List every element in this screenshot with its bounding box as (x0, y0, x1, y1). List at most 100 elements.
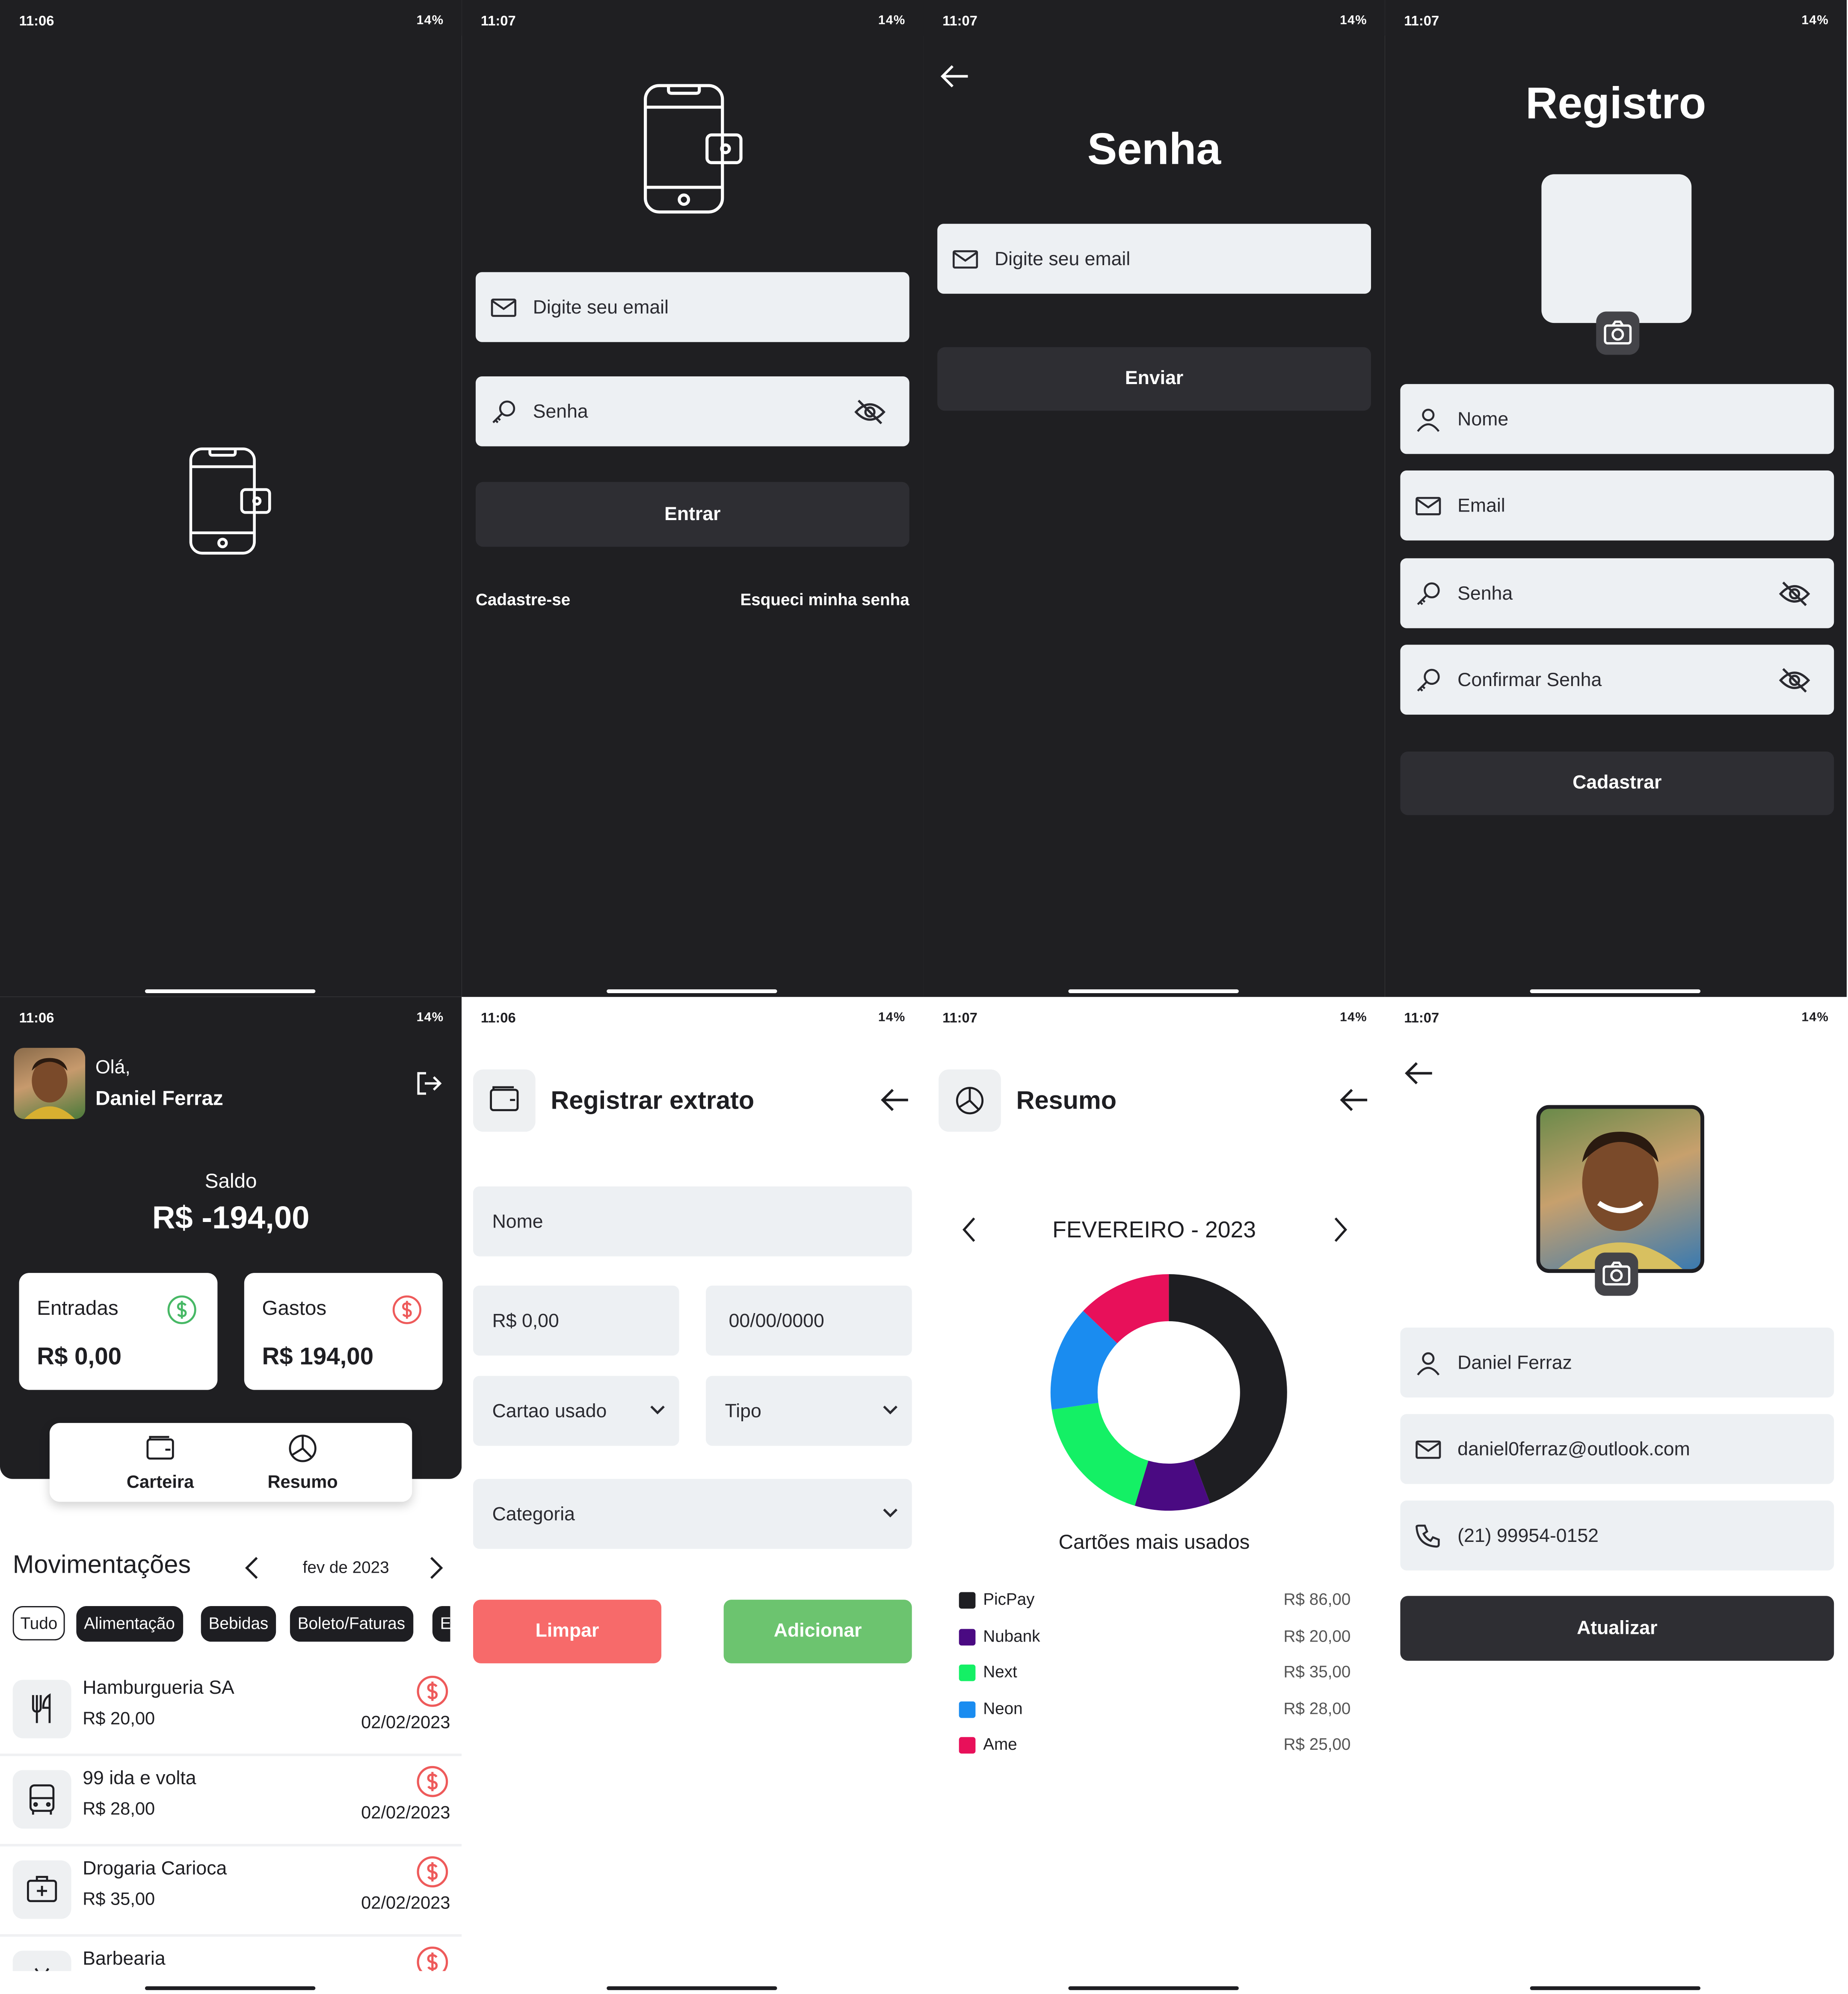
enter-button[interactable]: Entrar (475, 482, 909, 547)
legend-swatch (959, 1592, 976, 1609)
legend-label: Neon (983, 1699, 1023, 1718)
dollar-circle-icon (167, 1295, 196, 1324)
page-title: Resumo (1016, 1087, 1117, 1115)
email-placeholder: Email (1457, 494, 1505, 517)
legend-label: Nubank (983, 1626, 1040, 1646)
fork-knife-icon (12, 1680, 71, 1739)
back-arrow-icon[interactable] (1404, 1061, 1434, 1086)
value-field[interactable]: R$ 0,00 (473, 1285, 679, 1356)
name-field[interactable]: Nome (1400, 384, 1834, 454)
logout-icon[interactable] (415, 1069, 442, 1097)
nav-wallet-label: Carteira (126, 1471, 194, 1492)
nav-wallet[interactable]: Carteira (98, 1431, 222, 1500)
current-month: fev de 2023 (302, 1558, 389, 1577)
prev-month-icon[interactable] (244, 1555, 260, 1580)
update-button[interactable]: Atualizar (1400, 1596, 1834, 1661)
register-button[interactable]: Cadastrar (1400, 751, 1834, 815)
first-aid-icon (12, 1860, 71, 1919)
legend-row-picpay: PicPay R$ 86,00 (959, 1588, 1353, 1613)
clear-button[interactable]: Limpar (473, 1600, 662, 1663)
eye-off-icon[interactable] (853, 397, 886, 425)
home-screen: 11:06 14% Olá, Daniel Ferraz Saldo R$ -1… (0, 997, 462, 1994)
chip-all[interactable]: Tudo (12, 1606, 65, 1641)
legend-label: PicPay (983, 1589, 1035, 1609)
nav-summary[interactable]: Resumo (247, 1431, 359, 1500)
date-field[interactable]: 00/00/0000 (706, 1285, 912, 1356)
back-arrow-icon[interactable] (940, 64, 970, 89)
avatar[interactable] (1536, 1105, 1704, 1273)
status-battery: 14% (416, 14, 444, 28)
profile-screen: 11:07 14% Daniel Ferraz daniel0ferraz@ou… (1385, 997, 1847, 1994)
nav-summary-label: Resumo (267, 1471, 338, 1492)
name-value: Daniel Ferraz (1457, 1352, 1572, 1373)
confirm-password-field[interactable]: Confirmar Senha (1400, 645, 1834, 715)
home-indicator (145, 1986, 316, 1990)
next-month-icon[interactable] (429, 1555, 444, 1580)
key-icon (1417, 668, 1440, 691)
phone-field[interactable]: (21) 99954-0152 (1400, 1500, 1834, 1571)
home-indicator (1068, 1986, 1239, 1990)
camera-icon (1604, 320, 1632, 345)
next-period-icon[interactable] (1333, 1216, 1348, 1243)
income-value: R$ 0,00 (37, 1344, 122, 1371)
transaction-row[interactable]: Hamburgueria SA R$ 20,00 02/02/2023 (0, 1665, 462, 1756)
category-chips: Tudo Alimentação Bebidas Boleto/Faturas … (0, 1606, 450, 1644)
legend-value: R$ 20,00 (1283, 1626, 1351, 1646)
send-button[interactable]: Enviar (937, 347, 1371, 411)
email-value: daniel0ferraz@outlook.com (1457, 1438, 1690, 1460)
email-field[interactable]: daniel0ferraz@outlook.com (1400, 1414, 1834, 1484)
legend-value: R$ 25,00 (1283, 1734, 1351, 1754)
home-indicator (1530, 989, 1701, 993)
summary-screen: 11:07 14% Resumo FEVEREIRO - 2023 Cartõe… (923, 997, 1385, 1994)
card-select[interactable]: Cartao usado (473, 1376, 679, 1446)
password-field[interactable]: Senha (475, 376, 909, 447)
chip-drinks[interactable]: Bebidas (201, 1606, 276, 1642)
chip-food[interactable]: Alimentação (76, 1606, 183, 1642)
eye-off-icon[interactable] (1778, 579, 1811, 607)
page-title: Registro (1525, 79, 1706, 129)
transaction-row[interactable]: Drogaria Carioca R$ 35,00 02/02/2023 (0, 1845, 462, 1937)
password-placeholder: Senha (1457, 582, 1513, 604)
category-select[interactable]: Categoria (473, 1479, 912, 1549)
user-name: Daniel Ferraz (95, 1088, 223, 1110)
user-icon (1417, 408, 1440, 432)
camera-button[interactable] (1596, 311, 1640, 355)
signup-link[interactable]: Cadastre-se (476, 590, 570, 609)
home-indicator (607, 1986, 777, 1990)
name-field[interactable]: Daniel Ferraz (1400, 1327, 1834, 1398)
chevron-down-icon (883, 1405, 897, 1414)
page-title: Senha (1087, 124, 1221, 175)
name-placeholder: Nome (492, 1210, 543, 1232)
avatar[interactable] (14, 1047, 86, 1119)
email-field[interactable]: Digite seu email (937, 224, 1371, 294)
date-placeholder: 00/00/0000 (729, 1310, 824, 1331)
email-placeholder: Digite seu email (533, 296, 669, 318)
chevron-down-icon (883, 1509, 897, 1518)
legend-value: R$ 28,00 (1283, 1699, 1351, 1718)
email-field[interactable]: Email (1400, 470, 1834, 541)
income-card: Entradas R$ 0,00 (19, 1273, 218, 1390)
legend-row-nubank: Nubank R$ 20,00 (959, 1625, 1353, 1651)
profile-photo (24, 1058, 75, 1119)
chip-bills[interactable]: Boleto/Faturas (290, 1606, 413, 1642)
home-indicator (1068, 989, 1239, 993)
password-field[interactable]: Senha (1400, 558, 1834, 628)
name-field[interactable]: Nome (473, 1186, 912, 1257)
add-button[interactable]: Adicionar (723, 1600, 912, 1663)
forgot-password-link[interactable]: Esqueci minha senha (740, 590, 909, 609)
chip-more[interactable]: E (432, 1606, 450, 1642)
wallet-icon (473, 1069, 536, 1132)
dollar-circle-icon (392, 1295, 421, 1324)
wallet-icon (146, 1436, 174, 1460)
legend-label: Next (983, 1662, 1017, 1681)
eye-off-icon[interactable] (1778, 666, 1811, 693)
type-select[interactable]: Tipo (706, 1376, 912, 1446)
transaction-name: 99 ida e volta (83, 1767, 196, 1790)
back-arrow-icon[interactable] (880, 1087, 910, 1112)
transaction-row[interactable]: 99 ida e volta R$ 28,00 02/02/2023 (0, 1755, 462, 1846)
register-screen: 11:07 14% Registro Nome Email Senha Conf… (1385, 0, 1847, 997)
camera-button[interactable] (1595, 1252, 1638, 1296)
back-arrow-icon[interactable] (1339, 1087, 1370, 1112)
email-field[interactable]: Digite seu email (475, 272, 909, 342)
avatar-placeholder[interactable] (1541, 174, 1692, 323)
